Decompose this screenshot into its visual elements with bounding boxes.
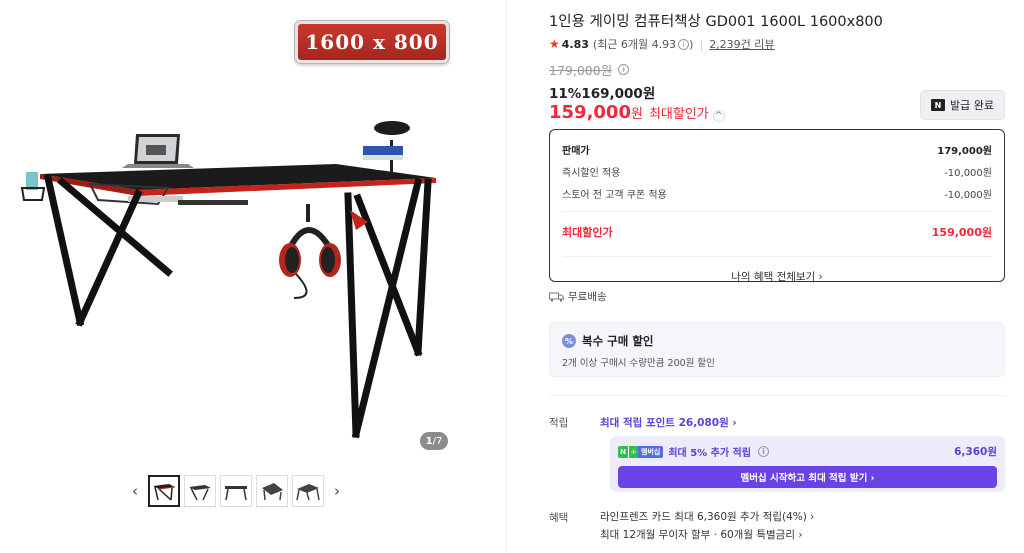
membership-badge: N + 멤버십 <box>618 445 664 458</box>
naver-n-icon: N <box>618 445 628 458</box>
price-row-final: 최대할인가 159,000원 <box>562 224 992 240</box>
coupon-button-label: 발급 완료 <box>950 99 994 112</box>
headphones-illustration <box>279 204 341 299</box>
thumbnail-2[interactable] <box>184 475 216 507</box>
membership-badge-text: 멤버십 <box>638 445 664 458</box>
product-info-panel: 1인용 게이밍 컴퓨터책상 GD001 1600L 1600x800 ★ 4.8… <box>506 0 1024 553</box>
counter-current: 1 <box>425 435 433 447</box>
price-row-label: 즉시할인 적용 <box>562 168 621 179</box>
thumbnail-image <box>153 484 176 501</box>
naver-n-icon: N <box>931 99 945 111</box>
membership-row: N + 멤버십 최대 5% 추가 적립 i 6,360원 <box>618 444 997 459</box>
points-label: 적립 <box>549 417 569 429</box>
thumbnail-3[interactable] <box>220 475 252 507</box>
coupon-issued-button[interactable]: N 발급 완료 <box>920 90 1005 120</box>
thumbnail-image <box>225 486 247 501</box>
review-count-link[interactable]: 2,239건 리뷰 <box>709 36 774 52</box>
final-price-label: 최대할인가 <box>562 226 613 239</box>
original-price: 179,000원 <box>549 63 613 78</box>
thumbnail-1[interactable] <box>148 475 180 507</box>
thumbnail-4[interactable] <box>256 475 288 507</box>
thumbnail-image <box>189 485 211 501</box>
rating-recent-close: ) <box>689 37 694 51</box>
max-points-link[interactable]: 최대 적립 포인트 26,080원 › <box>600 415 737 430</box>
benefit-installment-link[interactable]: 최대 12개월 무이자 할부 · 60개월 특별금리 › <box>600 526 814 544</box>
price-row-label: 스토어 전 고객 쿠폰 적용 <box>562 190 667 201</box>
laptop-illustration <box>122 134 194 168</box>
price-row-value: -10,000원 <box>944 190 992 201</box>
max-price-label: 최대할인가 <box>648 107 709 122</box>
start-membership-button[interactable]: 멤버십 시작하고 최대 적립 받기 › <box>618 466 997 488</box>
price-row-instant-discount: 즉시할인 적용 -10,000원 <box>562 164 992 179</box>
sale-discount: 11% <box>549 86 582 102</box>
price-row-list: 판매가 179,000원 <box>562 142 992 157</box>
info-icon[interactable]: i <box>678 38 690 50</box>
divider <box>549 395 1005 396</box>
membership-text: 최대 5% 추가 적립 <box>668 448 751 459</box>
original-price-row: 179,000원 i <box>549 60 630 79</box>
price-row-label: 판매가 <box>562 146 590 157</box>
membership-box: N + 멤버십 최대 5% 추가 적립 i 6,360원 멤버십 시작하고 최대… <box>610 436 1005 492</box>
membership-info-icon[interactable]: i <box>757 446 769 457</box>
view-all-benefits-link[interactable]: 나의 혜택 전체보기 › <box>562 269 992 284</box>
thumb-next-button[interactable]: › <box>328 476 346 506</box>
sale-price-row: 11%169,000원 <box>549 82 655 102</box>
price-breakdown-box: 판매가 179,000원 즉시할인 적용 -10,000원 스토어 전 고객 쿠… <box>549 129 1005 284</box>
counter-total: /7 <box>432 435 443 447</box>
plus-icon: + <box>628 445 638 458</box>
price-row-store-coupon: 스토어 전 고객 쿠폰 적용 -10,000원 <box>562 186 992 201</box>
price-row-value: 179,000원 <box>937 146 992 157</box>
benefit-list: 라인프렌즈 카드 최대 6,360원 추가 적립(4%) › 최대 12개월 무… <box>600 508 814 544</box>
thumbnail-image <box>262 483 283 501</box>
rating-recent: (최근 6개월 4.93 <box>592 38 677 51</box>
sale-price: 169,000원 <box>581 86 656 102</box>
multi-discount-title-row: % 복수 구매 할인 <box>562 333 992 349</box>
star-icon: ★ <box>549 37 560 51</box>
membership-left: N + 멤버십 최대 5% 추가 적립 i <box>618 444 769 459</box>
image-counter: 1/7 <box>420 432 448 450</box>
divider <box>562 256 992 257</box>
max-price-won: 원 <box>630 107 643 122</box>
divider: | <box>699 37 704 51</box>
max-price-number: 159,000 <box>549 102 631 123</box>
size-badge-text: 1600 x 800 <box>305 30 439 54</box>
final-price-value: 159,000원 <box>931 226 992 239</box>
thumbnail-strip: ‹ › <box>126 475 346 507</box>
benefit-card-link[interactable]: 라인프렌즈 카드 최대 6,360원 추가 적립(4%) › <box>600 508 814 526</box>
percent-icon: % <box>562 334 576 348</box>
thumbnail-5[interactable] <box>292 475 324 507</box>
multi-discount-title: 복수 구매 할인 <box>582 334 654 348</box>
truck-icon <box>549 292 564 302</box>
thumbnail-image <box>296 484 320 501</box>
multi-discount-subtitle: 2개 이상 구매시 수량만큼 200원 할인 <box>562 358 715 369</box>
shipping-label: 무료배송 <box>568 291 607 303</box>
rating-row: ★ 4.83 (최근 6개월 4.93 i ) | 2,239건 리뷰 <box>549 36 775 52</box>
shipping-row: 무료배송 <box>549 289 607 304</box>
price-row-value: -10,000원 <box>944 168 992 179</box>
product-gallery: 1600 x 800 1 /7 ‹ › <box>0 0 506 553</box>
divider <box>562 211 992 212</box>
benefits-label: 혜택 <box>549 512 569 524</box>
multi-purchase-discount-box: % 복수 구매 할인 2개 이상 구매시 수량만큼 200원 할인 <box>549 322 1005 377</box>
chevron-up-icon[interactable]: ^ <box>712 110 725 122</box>
rating-score: 4.83 <box>561 37 589 51</box>
main-product-image[interactable] <box>18 112 458 442</box>
price-info-icon[interactable]: i <box>618 64 630 75</box>
membership-value: 6,360원 <box>954 446 997 458</box>
max-discount-price-row[interactable]: 159,000 원 최대할인가 ^ <box>549 102 725 123</box>
size-badge: 1600 x 800 <box>295 21 449 63</box>
thumb-prev-button[interactable]: ‹ <box>126 476 144 506</box>
product-title: 1인용 게이밍 컴퓨터책상 GD001 1600L 1600x800 <box>549 14 883 30</box>
